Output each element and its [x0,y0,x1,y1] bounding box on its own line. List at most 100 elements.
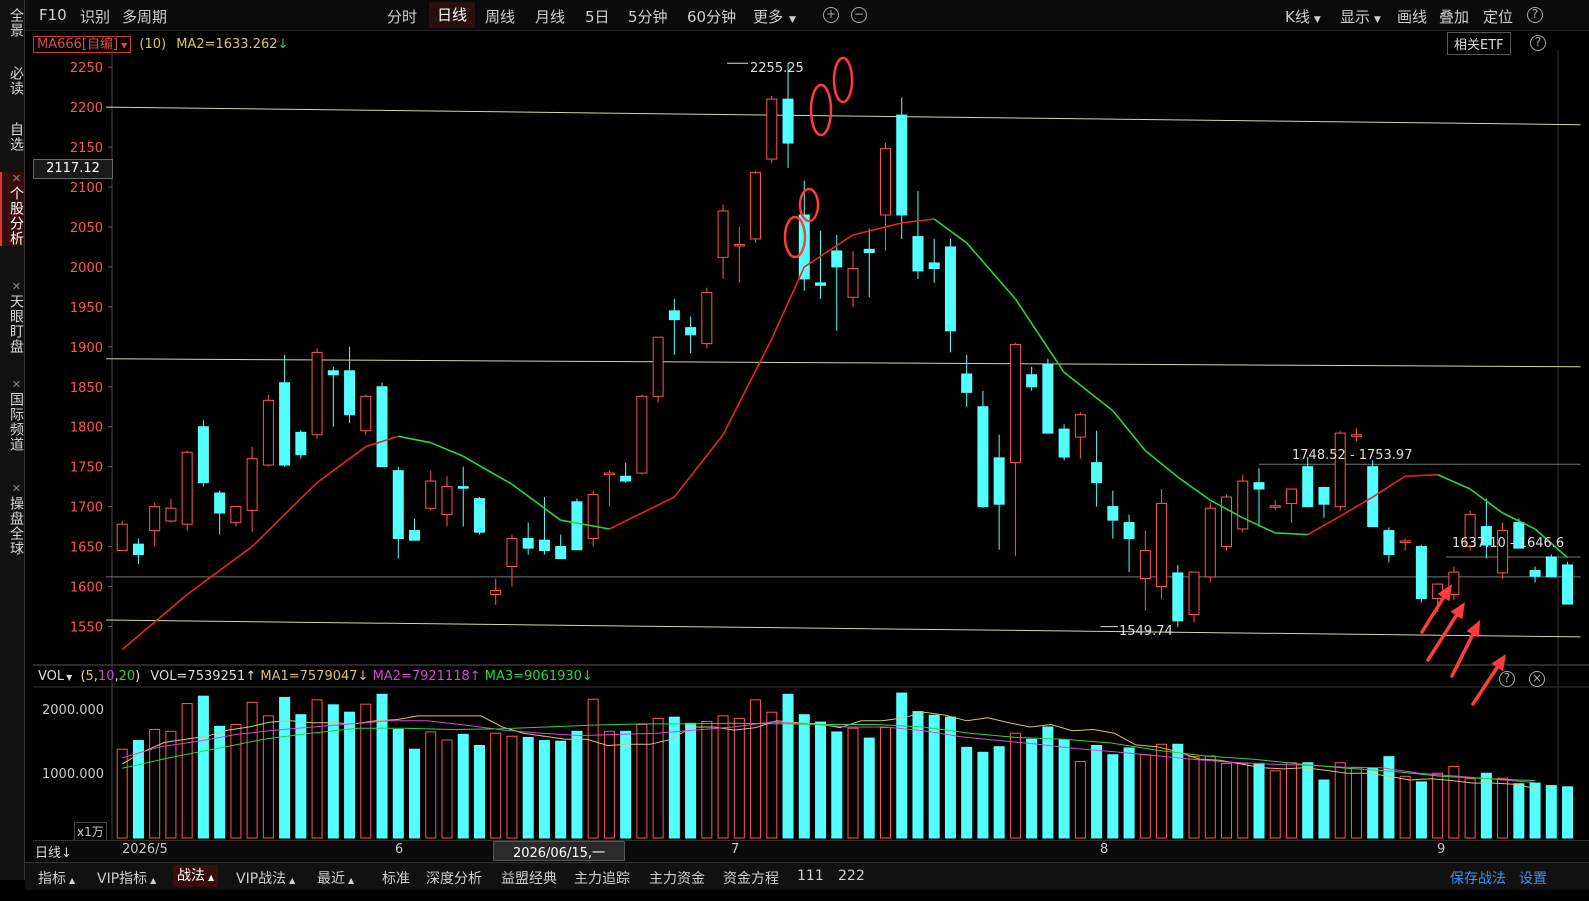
chevron-up-icon: ▲ [348,876,355,885]
price-tick-label: 1650 [70,541,103,556]
candle-body [1237,480,1249,530]
volume-bar [344,711,356,839]
kline-chart[interactable]: 2250 2200 2150 2100 2050 2000 1950 1900 1850 1800… [0,0,1589,901]
highlight-ellipse-icon [809,83,833,137]
volume-bar [555,740,567,839]
arrow-icon [1420,595,1446,634]
down-arrow-icon: ↓ [61,846,72,861]
vol-ma2: MA2=7921118↑ [372,669,481,684]
candle-body [1172,572,1184,622]
candle-body [165,507,177,522]
strategy-main-funds[interactable]: 主力资金 [649,868,705,888]
close-icon[interactable]: × [1529,671,1545,687]
candle-body [1562,564,1574,605]
volume-bar [1107,754,1119,839]
arrow-icon [1450,602,1465,620]
price-tick-label: 1700 [70,501,103,516]
candle-body [879,148,891,216]
volume-bar [1285,762,1297,839]
volume-bar [132,740,144,839]
candle-body [701,291,713,345]
candle-body [1399,540,1411,544]
candle-body [149,506,161,532]
ma-line-segment [771,266,806,340]
help-icon[interactable]: ? [1499,671,1515,687]
volume-bar [717,715,729,839]
period-selector[interactable]: 日线↓ [35,842,72,861]
ma-line-segment [1275,532,1308,536]
volume-bar [1432,772,1444,839]
save-strategy-button[interactable]: 保存战法 [1450,868,1506,888]
volume-bar [701,720,713,839]
strategy-standard[interactable]: 标准 [382,868,410,888]
volume-bar [798,714,810,839]
candle-body [831,250,843,268]
arrow-icon [1471,665,1499,706]
candle-body [636,395,648,474]
candle-body [620,475,632,482]
volume-bar [295,714,307,839]
vol-tick-1000: 1000.000 [42,767,105,782]
chevron-up-icon: ▲ [69,876,76,885]
menu-vip-indicator-label: VIP指标 [97,871,148,887]
candle-body [344,370,356,416]
candle-body [473,498,485,533]
strategy-deep-analysis[interactable]: 深度分析 [426,868,482,888]
candle-body [603,472,615,476]
candle-body [181,451,193,525]
strategy-main-force-track[interactable]: 主力追踪 [574,868,630,888]
candle-body [815,282,827,286]
chevron-up-icon: ▲ [208,873,215,882]
menu-recent[interactable]: 最近 ▲ [317,868,354,888]
vol-unit: x1万 [74,822,107,841]
range-label: 1637.10 - 1646.6 [1452,536,1564,551]
candle-body [587,494,599,540]
volume-bar [603,730,615,839]
candle-body [896,114,908,216]
volume-bar [1123,747,1135,839]
candle-body [944,246,956,332]
candle-body [506,538,518,568]
ma-line-segment [430,441,464,458]
strategy-222[interactable]: 222 [838,868,865,884]
strategy-111[interactable]: 111 [797,868,824,884]
volume-bar [1562,786,1574,839]
vol-ma3: MA3=9061930↓ [484,669,593,684]
price-tick-label: 2200 [70,101,103,116]
vol-tick-2000: 2000.000 [42,703,105,718]
menu-strategy[interactable]: 战法 ▲ [173,865,219,887]
menu-vip-indicator[interactable]: VIP指标 ▲ [97,868,156,888]
date-label: 6 [395,842,404,857]
trendline [105,619,1581,638]
volume-bar [620,730,632,839]
candle-body [360,395,372,432]
menu-indicator-label: 指标 [38,871,66,887]
menu-vip-strategy[interactable]: VIP战法 ▲ [236,868,295,888]
volume-bar [831,731,843,839]
volume-indicator-name: VOL [38,669,65,684]
candle-body [409,530,421,541]
volume-bar [1188,756,1200,839]
volume-bar [1139,754,1151,839]
volume-bar [392,728,404,839]
ma-line-segment [1405,473,1438,478]
candle-body [132,543,144,556]
volume-bar [1464,778,1476,839]
candle-body [457,486,469,489]
ma-line-segment [803,234,854,268]
volume-bar [149,728,161,839]
candle-body [977,406,989,508]
ma-line-segment [398,435,431,444]
price-tick-label: 2000 [70,261,103,276]
strategy-classic[interactable]: 益盟经典 [501,868,557,888]
candle-body [1383,530,1395,556]
candle-body [1058,428,1070,458]
volume-bar [1334,762,1346,839]
strategy-fund-equation[interactable]: 资金方程 [723,868,779,888]
candle-body [1529,570,1541,577]
volume-indicator-selector[interactable]: VOL ▼ [38,669,72,684]
candle-body [1188,571,1200,615]
candle-body [1334,432,1346,508]
menu-indicator[interactable]: 指标 ▲ [38,868,75,888]
settings-button[interactable]: 设置 [1519,868,1547,888]
